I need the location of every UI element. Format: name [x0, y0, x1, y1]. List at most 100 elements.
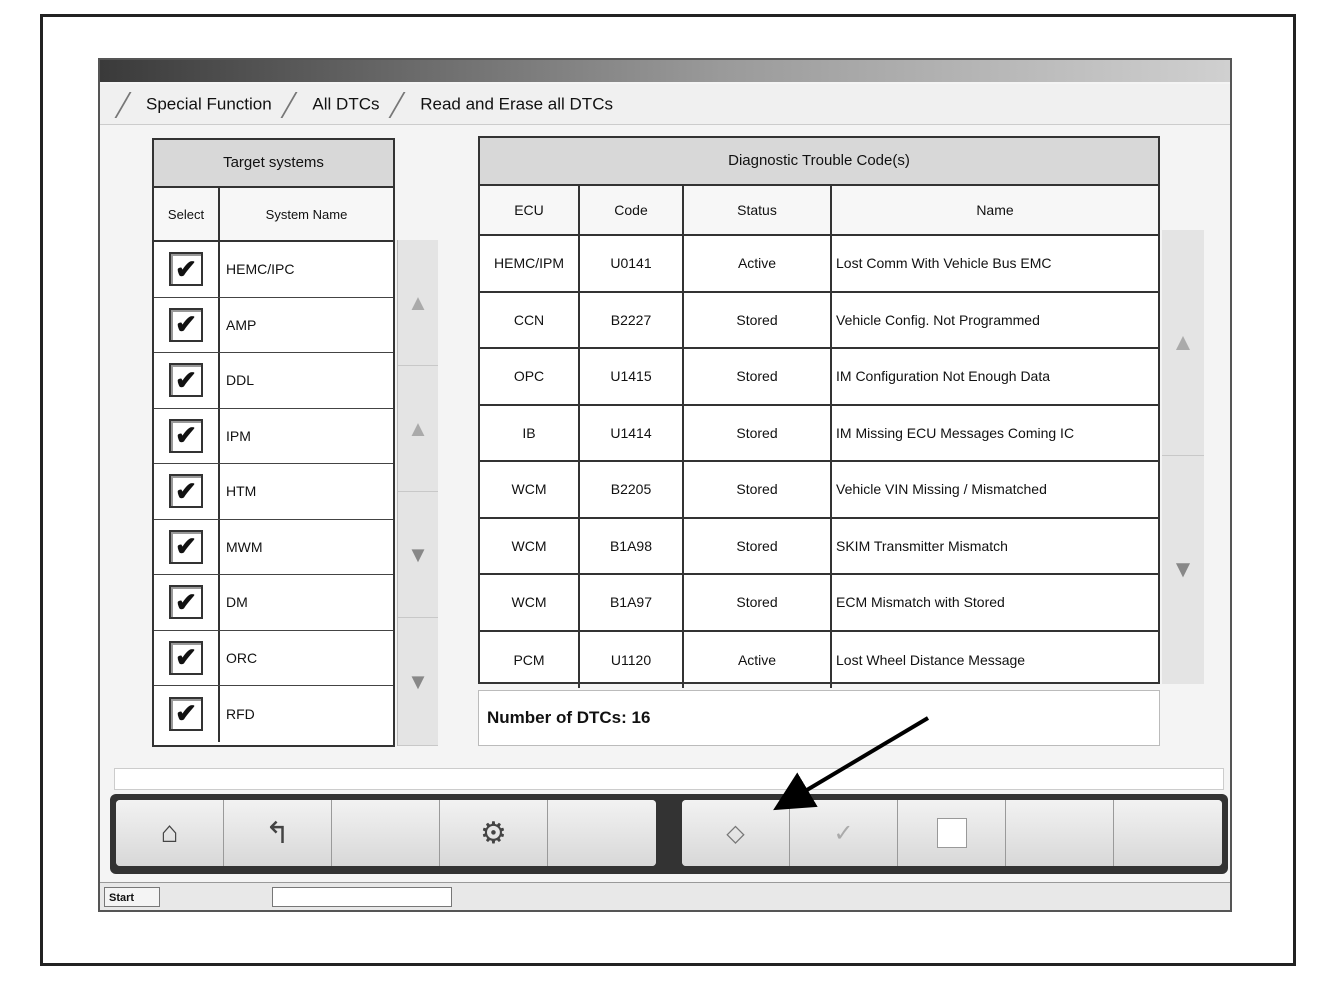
dtc-name: Vehicle Config. Not Programmed — [836, 311, 1040, 328]
home-icon: ⌂ — [160, 816, 179, 849]
system-checkbox[interactable]: ✔ — [169, 363, 203, 398]
dtc-name: IM Configuration Not Enough Data — [836, 368, 1051, 385]
dtc-ecu: WCM — [480, 518, 580, 573]
deselect-all-button[interactable] — [898, 800, 1006, 866]
system-checkbox[interactable]: ✔ — [169, 696, 203, 731]
select-cell: ✔ — [154, 575, 220, 630]
breadcrumb-item-read-erase: Read and Erase all DTCs — [420, 94, 613, 114]
system-name: HEMC/IPC — [226, 261, 295, 278]
dtc-name: Lost Comm With Vehicle Bus EMC — [836, 255, 1052, 272]
browser-window: Special Function All DTCs Read and Erase… — [98, 58, 1232, 912]
blank-button[interactable] — [1114, 800, 1222, 866]
check-icon: ✓ — [833, 819, 854, 847]
breadcrumb-item-special-function[interactable]: Special Function — [146, 95, 272, 114]
scroll-up-double-icon[interactable]: ▲ — [398, 240, 438, 366]
settings-button[interactable]: ⚙ — [440, 800, 548, 866]
column-system-name: System Name — [265, 206, 348, 222]
toolbar-group-right: ◇ ✓ — [682, 800, 1222, 866]
system-name: AMP — [226, 316, 257, 333]
dtc-status: Stored — [684, 575, 832, 630]
breadcrumb-item-all-dtcs[interactable]: All DTCs — [312, 95, 379, 114]
select-cell: ✔ — [154, 464, 220, 519]
checkbox-empty-icon — [936, 818, 967, 848]
column-select: Select — [154, 188, 220, 240]
blank-button[interactable] — [548, 800, 656, 866]
dtc-name: SKIM Transmitter Mismatch — [836, 537, 1008, 554]
dtc-ecu: OPC — [480, 349, 580, 404]
select-cell: ✔ — [154, 297, 220, 352]
system-name: IPM — [226, 427, 251, 444]
dtc-status: Stored — [684, 462, 832, 517]
back-button[interactable]: ↰ — [224, 800, 332, 866]
breadcrumb-separator — [114, 91, 146, 118]
bottom-toolbar: ⌂ ↰ ⚙ ◇ ✓ — [110, 794, 1228, 874]
dtc-row[interactable]: WCM B1A98 Stored SKIM Transmitter Mismatch — [480, 518, 1158, 575]
dtc-ecu: HEMC/IPM — [480, 236, 580, 291]
dtc-table: Diagnostic Trouble Code(s) ECU Code Stat… — [478, 136, 1160, 688]
select-cell: ✔ — [154, 353, 220, 408]
system-checkbox[interactable]: ✔ — [169, 418, 203, 453]
target-systems-scrollbar[interactable]: ▲ ▲ ▼ ▼ — [397, 240, 438, 746]
breadcrumb: Special Function All DTCs Read and Erase… — [100, 84, 1230, 125]
system-name: HTM — [226, 483, 257, 500]
dtc-row[interactable]: OPC U1415 Stored IM Configuration Not Enoug… — [480, 349, 1158, 406]
system-checkbox[interactable]: ✔ — [169, 585, 203, 620]
erase-dtcs-button[interactable]: ◇ — [682, 800, 790, 866]
scroll-up-icon[interactable]: ▲ — [398, 366, 438, 492]
dtc-count: Number of DTCs: 16 — [478, 690, 1160, 746]
back-icon: ↰ — [264, 816, 291, 850]
dtc-status: Stored — [684, 518, 832, 573]
dtc-code: B1A98 — [580, 518, 684, 573]
dtc-row[interactable]: CCN B2227 Stored Vehicle Config. Not Progra… — [480, 292, 1158, 349]
system-name: DDL — [226, 372, 255, 389]
system-checkbox[interactable]: ✔ — [169, 252, 203, 287]
target-system-row: ✔ AMP — [154, 297, 393, 353]
dtc-name: IM Missing ECU Messages Coming IC — [836, 424, 1075, 441]
dtc-code: U1415 — [580, 349, 684, 404]
target-system-row: ✔ DDL — [154, 353, 393, 409]
scroll-down-icon[interactable]: ▼ — [1162, 456, 1204, 684]
checkmark-icon: ✔ — [175, 309, 197, 340]
dtc-code: B1A97 — [580, 575, 684, 630]
dtc-table-title: Diagnostic Trouble Code(s) — [480, 138, 1158, 186]
dtc-status: Stored — [684, 292, 832, 347]
breadcrumb-separator — [388, 91, 420, 118]
system-name: ORC — [226, 649, 258, 666]
dtc-table-scrollbar[interactable]: ▲ ▼ — [1162, 230, 1204, 684]
start-button[interactable]: Start — [104, 887, 160, 907]
system-name: MWM — [226, 538, 263, 555]
dtc-code: B2205 — [580, 462, 684, 517]
system-checkbox[interactable]: ✔ — [169, 474, 203, 509]
scroll-up-icon[interactable]: ▲ — [1162, 230, 1204, 456]
scroll-down-icon[interactable]: ▼ — [398, 492, 438, 618]
dtc-row[interactable]: PCM U1120 Active Lost Wheel Distance Messag… — [480, 631, 1158, 688]
dtc-row[interactable]: WCM B1A97 Stored ECM Mismatch with Stored — [480, 575, 1158, 632]
dtc-ecu: PCM — [480, 631, 580, 688]
system-checkbox[interactable]: ✔ — [169, 307, 203, 342]
select-cell: ✔ — [154, 242, 220, 297]
taskbar-item[interactable] — [272, 887, 452, 907]
blank-button[interactable] — [1006, 800, 1114, 866]
system-checkbox[interactable]: ✔ — [169, 640, 203, 675]
blank-button[interactable] — [332, 800, 440, 866]
target-systems-title: Target systems — [154, 140, 393, 188]
target-system-row: ✔ HEMC/IPC — [154, 242, 393, 298]
dtc-row[interactable]: HEMC/IPM U0141 Active Lost Comm With Vehicl… — [480, 236, 1158, 293]
system-checkbox[interactable]: ✔ — [169, 529, 203, 564]
select-cell: ✔ — [154, 630, 220, 685]
select-all-button[interactable]: ✓ — [790, 800, 898, 866]
home-button[interactable]: ⌂ — [116, 800, 224, 866]
target-systems-table: Target systems Select System Name ✔ HEMC/… — [152, 138, 395, 747]
dtc-code: U1414 — [580, 405, 684, 460]
os-taskbar: Start — [100, 882, 1230, 910]
dtc-row[interactable]: IB U1414 Stored IM Missing ECU Messages Com… — [480, 405, 1158, 462]
dtc-row[interactable]: WCM B2205 Stored Vehicle VIN Missing / Mism… — [480, 462, 1158, 519]
dtc-status: Stored — [684, 349, 832, 404]
dtc-ecu: CCN — [480, 292, 580, 347]
column-name: Name — [976, 202, 1014, 218]
dtc-code: U1120 — [580, 631, 684, 688]
dtc-name: Lost Wheel Distance Message — [836, 651, 1026, 668]
select-cell: ✔ — [154, 519, 220, 574]
scroll-down-double-icon[interactable]: ▼ — [398, 618, 438, 746]
dtc-status: Active — [684, 631, 832, 688]
